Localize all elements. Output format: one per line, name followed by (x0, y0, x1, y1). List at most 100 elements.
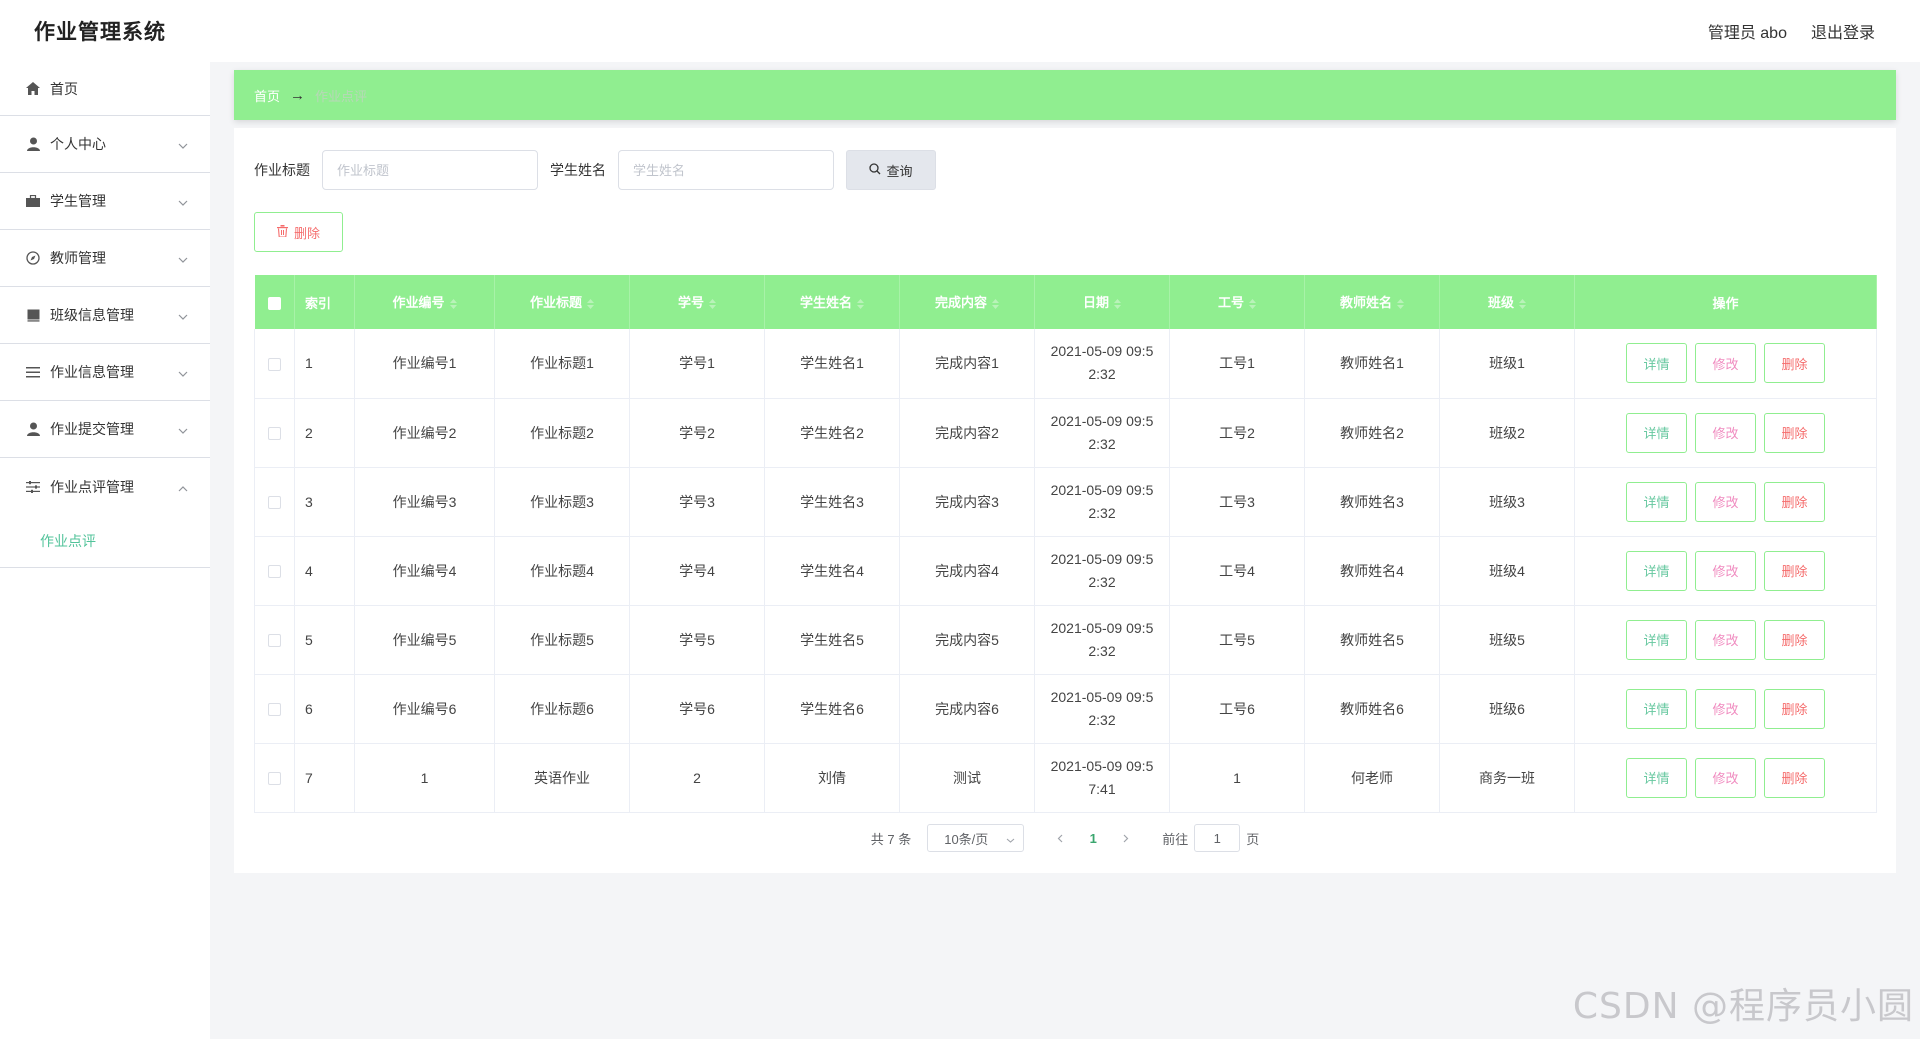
edit-button[interactable]: 修改 (1695, 688, 1756, 729)
sidebar-item-homework-submit[interactable]: 作业提交管理 (0, 401, 210, 458)
page-size-value: 10条/页 (944, 831, 989, 847)
compass-icon (24, 251, 42, 265)
edit-button[interactable]: 修改 (1695, 619, 1756, 660)
page-number-current[interactable]: 1 (1074, 831, 1112, 846)
next-page-button[interactable] (1112, 831, 1140, 846)
sliders-icon (24, 480, 42, 493)
row-checkbox[interactable] (268, 496, 281, 510)
prev-page-button[interactable] (1046, 831, 1074, 846)
sidebar-item-teachers[interactable]: 教师管理 (0, 230, 210, 287)
cell-student-name: 刘倩 (764, 743, 900, 813)
detail-button[interactable]: 详情 (1626, 550, 1687, 591)
sidebar-item-label: 班级信息管理 (50, 307, 134, 323)
cell-teacher: 教师姓名3 (1304, 467, 1440, 537)
sidebar-subitem-homework-review[interactable]: 作业点评 (0, 515, 210, 568)
app-title: 作业管理系统 (34, 21, 166, 44)
sidebar-item-label: 学生管理 (50, 193, 106, 209)
detail-button[interactable]: 详情 (1626, 688, 1687, 729)
cell-actions: 详情 修改 删除 (1574, 398, 1877, 468)
title-search-input[interactable] (322, 150, 538, 190)
cell-index: 4 (294, 536, 355, 606)
sort-icon (1519, 297, 1526, 312)
cell-work-no: 1 (1169, 743, 1305, 813)
delete-button[interactable]: 删除 (1764, 688, 1825, 729)
column-header[interactable]: 学生姓名 (764, 275, 900, 329)
cell-title: 作业标题1 (494, 329, 630, 399)
current-user-label[interactable]: 管理员 abo (1708, 19, 1787, 43)
row-checkbox[interactable] (268, 703, 281, 717)
column-header[interactable]: 完成内容 (899, 275, 1035, 329)
sort-icon (449, 297, 457, 312)
edit-button[interactable]: 修改 (1695, 481, 1756, 522)
column-header[interactable]: 作业标题 (494, 275, 630, 329)
detail-button[interactable]: 详情 (1626, 757, 1687, 798)
delete-button[interactable]: 删除 (1764, 757, 1825, 798)
student-search-input[interactable] (618, 150, 834, 190)
sort-icon (1397, 297, 1404, 312)
edit-button[interactable]: 修改 (1695, 343, 1756, 384)
breadcrumb-home[interactable]: 首页 (254, 86, 280, 105)
table-header-row: 索引 作业编号 作业标题 学号 学生姓名 完成内容 日期 工号 教师姓名 班级 … (254, 275, 1877, 329)
sidebar-item-home[interactable]: 首页 (0, 62, 210, 116)
table-row: 4 作业编号4 作业标题4 学号4 学生姓名4 完成内容4 2021-05-09… (254, 536, 1877, 606)
column-header[interactable]: 班级 (1439, 275, 1575, 329)
cell-code: 作业编号1 (354, 329, 495, 399)
delete-button[interactable]: 删除 (1764, 412, 1825, 453)
row-checkbox[interactable] (268, 772, 281, 786)
row-checkbox[interactable] (268, 358, 281, 372)
detail-button[interactable]: 详情 (1626, 343, 1687, 384)
edit-button[interactable]: 修改 (1695, 412, 1756, 453)
cell-content: 完成内容2 (899, 398, 1035, 468)
select-all-checkbox[interactable] (267, 296, 281, 310)
logout-link[interactable]: 退出登录 (1811, 19, 1875, 43)
detail-button[interactable]: 详情 (1626, 619, 1687, 660)
cell-class: 班级2 (1439, 398, 1575, 468)
sidebar-item-homework-review[interactable]: 作业点评管理 (0, 458, 210, 515)
row-checkbox[interactable] (268, 565, 281, 579)
cell-work-no: 工号3 (1169, 467, 1305, 537)
row-checkbox[interactable] (268, 634, 281, 648)
cell-student-no: 学号5 (629, 605, 765, 675)
chevron-down-icon (178, 136, 188, 152)
cell-date: 2021-05-09 09:5 2:32 (1034, 329, 1170, 399)
sort-icon (1249, 297, 1256, 312)
cell-student-name: 学生姓名3 (764, 467, 900, 537)
delete-button[interactable]: 删除 (1764, 619, 1825, 660)
sidebar-item-profile[interactable]: 个人中心 (0, 116, 210, 173)
cell-teacher: 教师姓名4 (1304, 536, 1440, 606)
query-button[interactable]: 查询 (846, 150, 936, 190)
cell-teacher: 教师姓名5 (1304, 605, 1440, 675)
breadcrumb-current: 作业点评 (315, 88, 368, 104)
cell-date: 2021-05-09 09:5 2:32 (1034, 398, 1170, 468)
page-size-select[interactable]: 10条/页 (927, 824, 1025, 852)
detail-button[interactable]: 详情 (1626, 481, 1687, 522)
list-icon (24, 366, 42, 378)
chevron-right-icon (1123, 834, 1129, 842)
sidebar-item-homework-info[interactable]: 作业信息管理 (0, 344, 210, 401)
sort-icon (992, 297, 999, 312)
sidebar-item-class-info[interactable]: 班级信息管理 (0, 287, 210, 344)
edit-button[interactable]: 修改 (1695, 757, 1756, 798)
sidebar-item-label: 首页 (50, 80, 78, 97)
cell-student-name: 学生姓名1 (764, 329, 900, 399)
cell-student-name: 学生姓名6 (764, 674, 900, 744)
batch-delete-button[interactable]: 删除 (254, 212, 343, 252)
row-checkbox[interactable] (268, 427, 281, 441)
cell-student-no: 学号3 (629, 467, 765, 537)
goto-page-input[interactable] (1194, 824, 1241, 852)
column-header[interactable]: 学号 (629, 275, 765, 329)
table-row: 1 作业编号1 作业标题1 学号1 学生姓名1 完成内容1 2021-05-09… (254, 329, 1877, 399)
cell-student-no: 2 (629, 743, 765, 813)
sidebar-item-label: 作业提交管理 (50, 421, 134, 437)
column-header[interactable]: 作业编号 (354, 275, 495, 329)
delete-button[interactable]: 删除 (1764, 550, 1825, 591)
sidebar-item-students[interactable]: 学生管理 (0, 173, 210, 230)
column-header[interactable]: 日期 (1034, 275, 1170, 329)
delete-button[interactable]: 删除 (1764, 343, 1825, 384)
column-header[interactable]: 工号 (1169, 275, 1305, 329)
cell-code: 作业编号4 (354, 536, 495, 606)
delete-button[interactable]: 删除 (1764, 481, 1825, 522)
column-header[interactable]: 教师姓名 (1304, 275, 1440, 329)
edit-button[interactable]: 修改 (1695, 550, 1756, 591)
detail-button[interactable]: 详情 (1626, 412, 1687, 453)
